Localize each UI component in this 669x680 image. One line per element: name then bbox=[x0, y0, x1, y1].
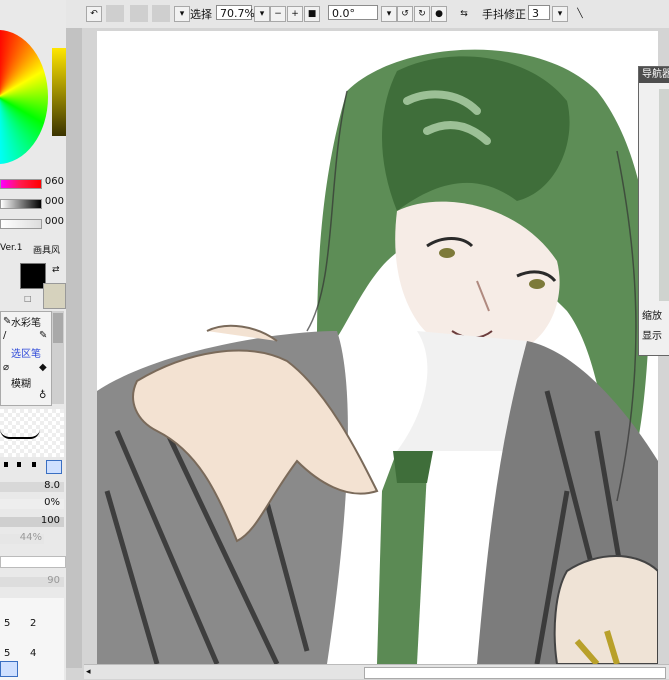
navigator-thumbnail[interactable] bbox=[659, 89, 669, 301]
flip-horizontal-icon[interactable]: ⇆ bbox=[456, 6, 472, 22]
luminance-slider-row: 000 bbox=[0, 216, 66, 230]
workspace: ◂ bbox=[66, 28, 669, 680]
brush-type-label: 画具风 bbox=[33, 246, 61, 256]
rotation-dropdown-icon[interactable]: ▾ bbox=[381, 6, 397, 22]
size-row[interactable]: 8.0 bbox=[0, 480, 64, 493]
hue-slider-row: 060 bbox=[0, 176, 66, 190]
size-value: 8.0 bbox=[44, 480, 60, 491]
zoom-input[interactable]: 70.7% bbox=[216, 5, 255, 20]
size-number[interactable]: 5 bbox=[4, 618, 10, 629]
shape-option-2[interactable] bbox=[17, 462, 21, 467]
saturation-value: 000 bbox=[44, 196, 64, 207]
min-size-value: 0% bbox=[44, 497, 60, 508]
size-number[interactable]: 5 bbox=[4, 648, 10, 659]
tool-item-blur[interactable]: 模糊 bbox=[11, 375, 31, 390]
brush-size-selected[interactable] bbox=[0, 661, 18, 677]
color-wheel[interactable] bbox=[0, 30, 48, 164]
luminance-slider[interactable] bbox=[0, 219, 42, 229]
navigator-zoom-label[interactable]: 缩放 bbox=[642, 307, 662, 322]
horizontal-scrollbar[interactable]: ◂ bbox=[84, 664, 669, 679]
water-row[interactable]: 90 bbox=[0, 575, 64, 588]
brush-icon[interactable]: / bbox=[3, 330, 6, 341]
swap-colors-icon[interactable]: ⇄ bbox=[52, 265, 60, 275]
version-label: Ver.1 bbox=[0, 243, 23, 253]
hue-value: 060 bbox=[44, 176, 64, 187]
saturation-slider[interactable] bbox=[0, 199, 42, 209]
luminance-value: 000 bbox=[44, 216, 64, 227]
drawing-canvas[interactable] bbox=[97, 31, 658, 664]
option-field[interactable] bbox=[0, 556, 66, 568]
left-panel: 060 000 000 Ver.1 画具风 ⇄ □ ✎ 水彩笔 / ✎ 选区笔 … bbox=[0, 0, 66, 680]
tool-list-scroll-thumb[interactable] bbox=[53, 313, 63, 343]
pen-alt-icon[interactable]: ✎ bbox=[39, 330, 47, 341]
shape-option-3[interactable] bbox=[32, 462, 36, 467]
selection-label[interactable]: 选择 bbox=[190, 6, 212, 22]
saturation-slider-row: 000 bbox=[0, 196, 66, 210]
horizontal-scroll-thumb[interactable] bbox=[364, 667, 666, 679]
navigator-title[interactable]: 导航器 bbox=[639, 67, 669, 83]
undo-icon[interactable]: ↶ bbox=[86, 6, 102, 22]
water-value: 90 bbox=[47, 575, 60, 586]
min-size-row[interactable]: 0% bbox=[0, 497, 64, 510]
navigator-panel: 导航器 缩放 显示 bbox=[638, 66, 669, 356]
rotation-input[interactable]: 0.0° bbox=[328, 5, 378, 20]
blending-row[interactable]: 44% bbox=[0, 532, 64, 545]
shape-option-selected[interactable] bbox=[46, 460, 62, 474]
blending-value: 44% bbox=[19, 532, 42, 543]
hue-slider[interactable] bbox=[0, 179, 42, 189]
blur-tool-icon[interactable]: ◆ bbox=[39, 362, 47, 373]
invert-selection-button[interactable] bbox=[152, 5, 170, 22]
zoom-reset-icon[interactable]: ■ bbox=[304, 6, 320, 22]
scroll-left-icon[interactable]: ◂ bbox=[86, 667, 91, 677]
brush-stroke-preview bbox=[0, 429, 40, 439]
workspace-left-edge bbox=[66, 28, 82, 668]
brush-shape-row bbox=[0, 460, 64, 474]
rotation-reset-icon[interactable]: ● bbox=[431, 6, 447, 22]
size-number[interactable]: 4 bbox=[30, 648, 36, 659]
tool-list: ✎ 水彩笔 / ✎ 选区笔 ⌀ ◆ 模糊 ♁ bbox=[0, 311, 52, 406]
selection-dropdown-icon[interactable]: ▾ bbox=[174, 6, 190, 22]
navigator-show-label[interactable]: 显示 bbox=[642, 327, 662, 342]
tool-item-selection-pen[interactable]: 选区笔 bbox=[11, 345, 41, 360]
stabilizer-dropdown-icon[interactable]: ▾ bbox=[552, 6, 568, 22]
rotate-left-icon[interactable]: ↺ bbox=[397, 6, 413, 22]
size-number[interactable]: 2 bbox=[30, 618, 36, 629]
reset-colors-icon[interactable]: □ bbox=[24, 294, 32, 303]
straight-line-icon[interactable]: ╲ bbox=[572, 6, 588, 22]
dropper-icon[interactable]: ♁ bbox=[39, 390, 46, 401]
density-value: 100 bbox=[40, 515, 60, 526]
density-row[interactable]: 100 bbox=[0, 515, 64, 528]
brush-preview bbox=[0, 409, 64, 457]
tool-item-watercolor[interactable]: 水彩笔 bbox=[11, 314, 41, 329]
stabilizer-label: 手抖修正 bbox=[482, 8, 526, 21]
eraser-icon[interactable]: ⌀ bbox=[3, 362, 9, 373]
stabilizer-input[interactable]: 3 bbox=[528, 5, 550, 20]
deselect-button[interactable] bbox=[130, 5, 148, 22]
unknown-row[interactable] bbox=[0, 555, 66, 568]
artwork-illustration bbox=[97, 49, 658, 664]
zoom-in-icon[interactable]: + bbox=[287, 6, 303, 22]
zoom-out-icon[interactable]: − bbox=[270, 6, 286, 22]
top-toolbar: ↶ ▾ 选择 70.7% ▾ − + ■ 0.0° ▾ ↺ ↻ ● ⇆ 手抖修正… bbox=[66, 0, 669, 29]
rotate-right-icon[interactable]: ↻ bbox=[414, 6, 430, 22]
redo-button[interactable] bbox=[106, 5, 124, 22]
tool-list-scrollbar[interactable] bbox=[52, 311, 64, 404]
shape-option-1[interactable] bbox=[4, 462, 8, 467]
background-color-swatch[interactable] bbox=[43, 283, 66, 309]
zoom-dropdown-icon[interactable]: ▾ bbox=[254, 6, 270, 22]
color-square[interactable] bbox=[52, 48, 66, 136]
